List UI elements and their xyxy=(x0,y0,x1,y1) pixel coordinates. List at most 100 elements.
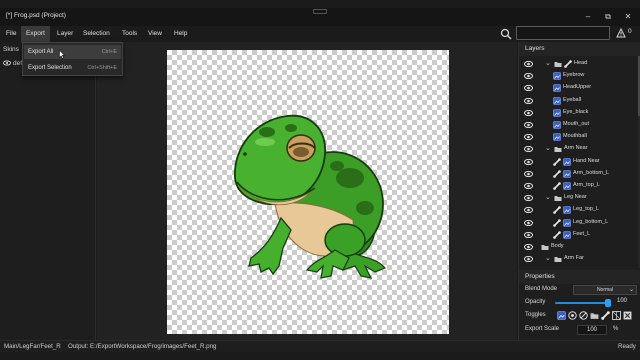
layer-row[interactable]: Leg_bottom_L xyxy=(519,217,637,229)
image-icon xyxy=(553,96,561,105)
chevron-down-icon[interactable]: ⌄ xyxy=(545,193,551,201)
layer-label: Head xyxy=(574,60,588,66)
chevron-down-icon[interactable]: ⌄ xyxy=(545,144,551,152)
chevron-down-icon[interactable]: ⌄ xyxy=(545,254,551,262)
bone-icon xyxy=(553,230,561,239)
layer-row[interactable]: HeadUpper xyxy=(519,82,637,94)
layer-row[interactable]: Arm_bottom_L xyxy=(519,168,637,180)
mesh-icon[interactable] xyxy=(612,311,621,320)
layers-list[interactable]: ⌄ Head Eyebrow HeadUpper Eyeball Eye_black Mou… xyxy=(519,56,637,268)
layer-row[interactable]: Hand Near xyxy=(519,156,637,168)
status-output: Output: E:/ExportWorkspace/Frog/images/F… xyxy=(68,343,217,350)
eye-icon[interactable] xyxy=(524,109,533,116)
skins-panel: Skins def xyxy=(0,42,96,340)
image-icon[interactable] xyxy=(557,311,566,320)
menu-export[interactable]: Export xyxy=(21,26,50,42)
opacity-value[interactable]: 100 xyxy=(617,298,627,304)
image-icon xyxy=(563,182,571,190)
layer-row[interactable]: Mouth_out xyxy=(519,119,637,131)
layer-label: Eyebrow xyxy=(563,72,585,79)
layer-row[interactable]: Eye_black xyxy=(519,107,637,119)
layer-label: Leg_bottom_L xyxy=(573,218,609,225)
eye-icon[interactable] xyxy=(524,134,533,141)
eye-icon[interactable] xyxy=(524,207,533,214)
eye-icon[interactable] xyxy=(524,122,533,128)
layer-row[interactable]: Arm_top_L xyxy=(519,180,637,192)
layer-label: Eyeball xyxy=(563,96,582,103)
export-all-shortcut: Ctrl+E xyxy=(101,49,117,55)
chevron-down-icon: ⌄ xyxy=(628,287,634,293)
layer-label: Arm Near xyxy=(564,145,588,152)
layer-row[interactable]: Feet_L xyxy=(519,229,637,241)
image-icon xyxy=(563,218,571,227)
slash-circle-icon[interactable] xyxy=(579,311,588,320)
layer-row[interactable]: ⌄ Arm Far xyxy=(519,253,637,265)
document-canvas[interactable] xyxy=(167,50,449,334)
eye-icon[interactable] xyxy=(524,97,533,104)
image-icon xyxy=(553,121,561,129)
blend-mode-select[interactable]: Normal ⌄ xyxy=(573,285,637,295)
eye-icon[interactable] xyxy=(524,61,533,67)
export-selection-item[interactable]: Export Selection Ctrl+Shift+E xyxy=(24,61,121,75)
eye-icon[interactable] xyxy=(524,244,533,250)
export-scale-input[interactable]: 100 xyxy=(577,325,607,335)
bell-icon[interactable] xyxy=(616,28,626,38)
minimize-button[interactable]: – xyxy=(582,11,594,23)
chevron-down-icon[interactable]: ⌄ xyxy=(545,59,551,67)
menu-file[interactable]: File xyxy=(1,26,21,42)
circle-target-icon[interactable] xyxy=(568,311,577,320)
menu-help[interactable]: Help xyxy=(169,26,192,42)
eye-icon[interactable] xyxy=(524,158,533,165)
export-selection-label: Export Selection xyxy=(28,65,72,71)
layer-row[interactable]: ⌄ Arm Near xyxy=(519,143,637,155)
layer-label: HeadUpper xyxy=(563,84,592,91)
export-all-item[interactable]: Export All Ctrl+E xyxy=(24,45,121,59)
eye-icon[interactable] xyxy=(3,60,11,66)
folder-icon xyxy=(541,245,549,250)
menu-tools[interactable]: Tools xyxy=(117,26,142,42)
eye-icon[interactable] xyxy=(524,183,533,189)
layer-row[interactable]: Leg_top_L xyxy=(519,204,637,216)
eye-icon[interactable] xyxy=(524,195,533,202)
layers-header: Layers xyxy=(519,42,640,56)
eye-icon[interactable] xyxy=(524,85,533,92)
export-selection-shortcut: Ctrl+Shift+E xyxy=(87,65,117,71)
layer-row[interactable]: Mouthball xyxy=(519,131,637,143)
layer-row[interactable]: Eyebrow xyxy=(519,70,637,82)
search-icon[interactable] xyxy=(500,28,512,40)
export-scale-label: Export Scale xyxy=(525,326,560,332)
title-bar: [*] Frog.psd (Project) – ⧉ ✕ xyxy=(0,8,640,26)
canvas-area[interactable] xyxy=(97,42,517,340)
menu-selection[interactable]: Selection xyxy=(78,26,115,42)
search-input[interactable] xyxy=(516,26,610,40)
opacity-slider-thumb[interactable] xyxy=(605,299,611,307)
eye-icon[interactable] xyxy=(524,73,533,80)
bone-icon[interactable] xyxy=(601,311,610,320)
skin-row[interactable]: def xyxy=(3,60,22,67)
folder-icon xyxy=(554,62,562,67)
menu-layer[interactable]: Layer xyxy=(52,26,78,42)
eye-icon[interactable] xyxy=(524,146,533,153)
layer-row[interactable]: ⌄ Leg Near xyxy=(519,192,637,204)
image-icon xyxy=(553,133,561,141)
eye-icon[interactable] xyxy=(524,231,533,238)
folder-icon[interactable] xyxy=(590,311,599,320)
drag-handle[interactable] xyxy=(313,9,327,14)
opacity-slider-track[interactable] xyxy=(555,302,609,304)
layer-row[interactable]: Eyeball xyxy=(519,95,637,107)
layer-label: Eye_black xyxy=(563,108,589,115)
eye-icon[interactable] xyxy=(524,219,533,226)
image-icon xyxy=(563,157,571,166)
layer-row[interactable]: ⌄ Head xyxy=(519,58,637,70)
image-icon xyxy=(553,84,561,93)
menu-view[interactable]: View xyxy=(143,26,167,42)
eye-icon[interactable] xyxy=(524,256,533,263)
crop-icon[interactable] xyxy=(623,311,632,320)
eye-icon[interactable] xyxy=(524,170,533,177)
layer-row[interactable]: Body xyxy=(519,241,637,253)
close-button[interactable]: ✕ xyxy=(622,11,634,23)
layer-label: Mouthball xyxy=(563,133,587,140)
image-icon xyxy=(563,206,571,215)
layer-label: Mouth_out xyxy=(563,121,589,127)
maximize-button[interactable]: ⧉ xyxy=(602,11,614,23)
